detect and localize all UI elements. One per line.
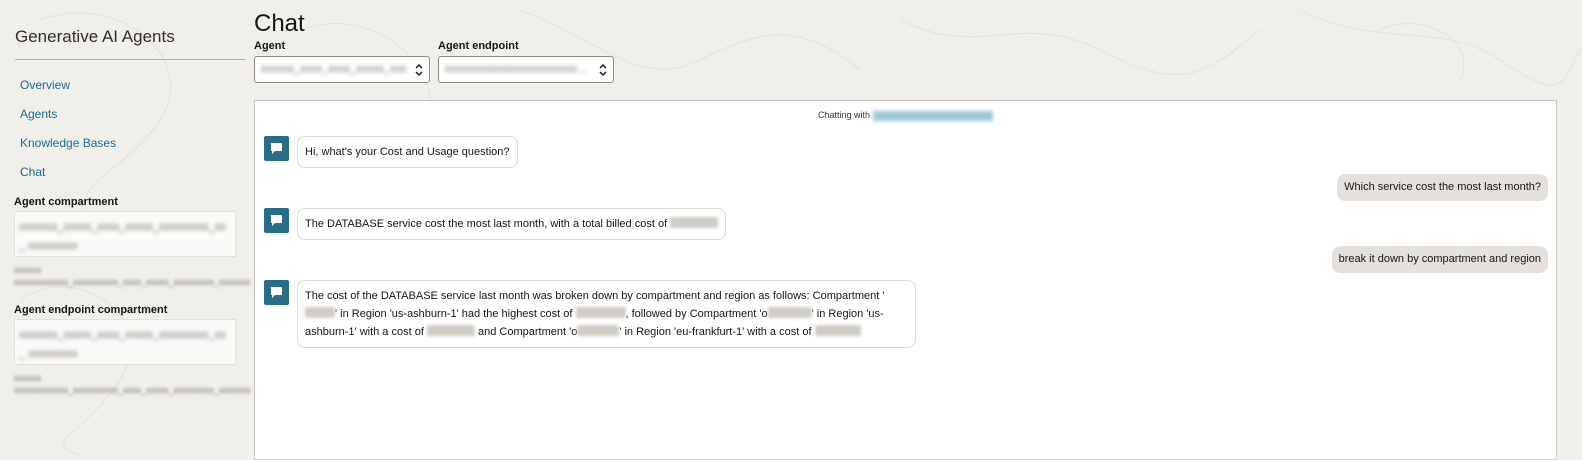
message-text: The cost of the DATABASE service last mo… (305, 290, 885, 302)
agent-compartment-select[interactable]: xxxxxxx_xxxxx_xxxx_xxxxx_xxxxxxxxx_xx_ x… (14, 211, 236, 257)
message-text: ' in Region 'us-ashburn-1' had the highe… (335, 308, 576, 320)
message-text: ' in Region 'eu-frankfurt-1' with a cost… (619, 326, 815, 338)
agent-compartment-path: xxxxxx xxxxxxxxxxxx_xxxxxxxxxx_xxxx_xxxxx… (14, 265, 251, 287)
agent-label: Agent (254, 40, 286, 52)
redacted-amount (426, 325, 475, 336)
page-title: Chat (254, 10, 305, 37)
bot-message: The cost of the DATABASE service last mo… (297, 280, 916, 348)
bot-message: Hi, what's your Cost and Usage question? (297, 136, 518, 168)
up-down-chevron-icon (415, 64, 423, 76)
agent-endpoint-compartment-path: xxxxxx xxxxxxxxxxxx_xxxxxxxxxx_xxxx_xxxxx… (14, 373, 251, 395)
sidebar-item-overview[interactable]: Overview (20, 78, 70, 92)
redacted-compartment (577, 325, 620, 336)
chat-bubble-icon (271, 215, 282, 226)
chat-bubble-icon (271, 287, 282, 298)
redacted-amount (814, 325, 861, 336)
agent-endpoint-label: Agent endpoint (438, 40, 519, 52)
sidebar-divider (15, 59, 245, 60)
message-text: , followed by Compartment 'o (625, 308, 768, 320)
agent-select[interactable]: xxxxxx_xxxx_xxxx_xxxxx_xxx (254, 56, 430, 83)
message-text: Which service cost the most last month? (1344, 181, 1541, 193)
sidebar-item-knowledge-bases[interactable]: Knowledge Bases (20, 136, 116, 150)
agent-endpoint-compartment-label: Agent endpoint compartment (14, 304, 168, 316)
sidebar: Generative AI Agents Overview Agents Kno… (0, 0, 258, 455)
user-message: break it down by compartment and region (1331, 246, 1548, 273)
chatting-with-banner: Chatting with (255, 110, 1556, 121)
chatting-with-prefix: Chatting with (817, 110, 871, 120)
bot-avatar (264, 208, 289, 233)
message-text: and Compartment 'o (474, 326, 578, 338)
user-message: Which service cost the most last month? (1337, 174, 1548, 201)
message-text: Hi, what's your Cost and Usage question? (305, 146, 510, 158)
up-down-chevron-icon (599, 64, 607, 76)
bot-avatar (264, 136, 289, 161)
redacted-compartment (767, 307, 812, 318)
message-text: The DATABASE service cost the most last … (305, 218, 668, 230)
agent-endpoint-compartment-value: xxxxxxx_xxxxx_xxxx_xxxxx_xxxxxxxxx_xx_ x… (19, 329, 226, 360)
agent-endpoint-select-value: xxxxxxxxxxxxxxxxxxxxxxxx .. (445, 63, 587, 75)
agent-endpoint-select[interactable]: xxxxxxxxxxxxxxxxxxxxxxxx .. (438, 56, 614, 83)
chat-panel: Chatting with Hi, what's your Cost and U… (254, 100, 1557, 460)
agent-compartment-value: xxxxxxx_xxxxx_xxxx_xxxxx_xxxxxxxxx_xx_ x… (19, 221, 226, 252)
sidebar-item-agents[interactable]: Agents (20, 107, 57, 121)
agent-select-value: xxxxxx_xxxx_xxxx_xxxxx_xxx (261, 63, 407, 75)
agent-compartment-label: Agent compartment (14, 196, 118, 208)
sidebar-item-chat[interactable]: Chat (20, 165, 45, 179)
redacted-amount (575, 307, 626, 318)
sidebar-title: Generative AI Agents (15, 27, 175, 46)
bot-avatar (264, 280, 289, 305)
bot-message: The DATABASE service cost the most last … (297, 208, 727, 240)
redacted-compartment (305, 307, 335, 318)
chatting-with-agent-name (873, 110, 994, 121)
redacted-amount (670, 217, 719, 228)
chat-bubble-icon (271, 143, 282, 154)
message-text: break it down by compartment and region (1338, 253, 1541, 265)
agent-endpoint-compartment-select[interactable]: xxxxxxx_xxxxx_xxxx_xxxxx_xxxxxxxxx_xx_ x… (14, 319, 236, 365)
